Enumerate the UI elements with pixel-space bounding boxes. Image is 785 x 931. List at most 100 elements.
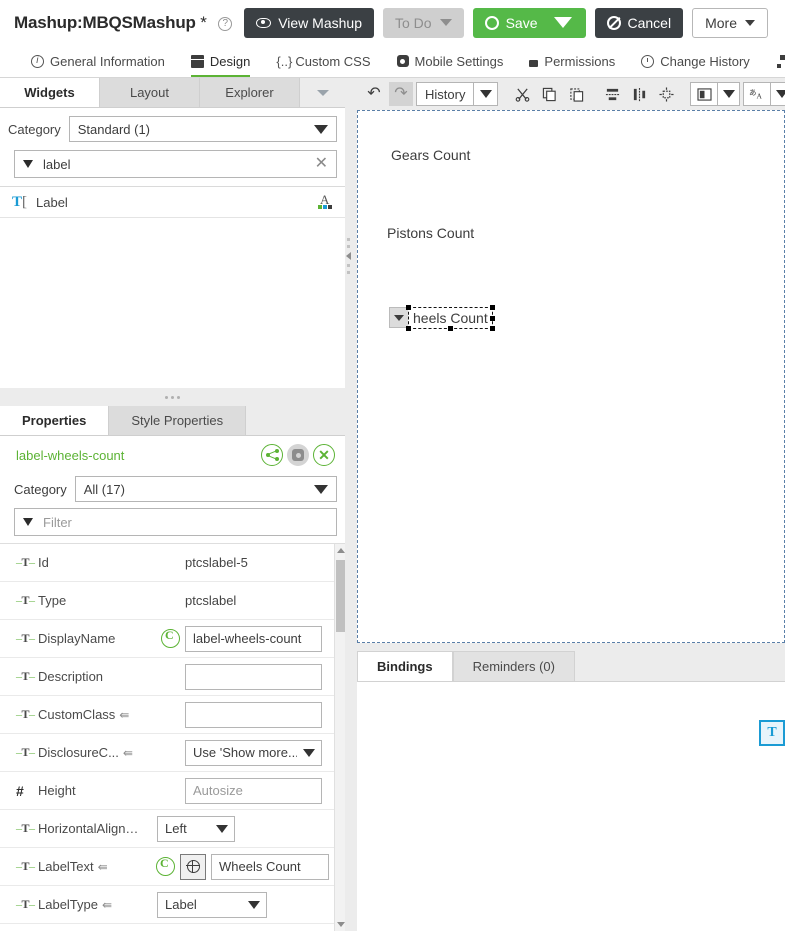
chevron-down-icon[interactable] [717,83,739,105]
property-label: CustomClass ⇚ [38,707,156,722]
localization-icon[interactable]: あA [744,83,770,105]
tab-general-information[interactable]: General Information [18,45,178,77]
properties-scrollbar[interactable] [334,544,345,931]
displayname-input[interactable] [185,625,322,652]
scroll-down-arrow-icon[interactable] [336,922,345,927]
paste-icon[interactable] [564,82,588,106]
widget-item-label: Label [36,194,68,210]
bindings-canvas[interactable]: T [357,681,785,931]
description-input[interactable] [185,663,322,690]
scroll-up-arrow-icon[interactable] [336,548,345,553]
vertical-splitter[interactable] [345,78,352,931]
chevron-down-icon[interactable] [770,83,785,105]
horizontal-splitter[interactable] [0,388,345,406]
tab-label: Reminders (0) [472,659,555,674]
property-row-labeltype: –T– LabelType ⇚ Label [0,886,334,924]
tab-widgets[interactable]: Widgets [0,78,100,107]
copy-icon[interactable] [537,82,561,106]
property-label: Type [38,593,67,608]
properties-filter-box[interactable] [14,508,337,536]
height-input[interactable] [185,777,322,804]
localization-dropdown[interactable]: あA [743,82,785,106]
canvas-label-wheels-count-selected[interactable]: heels Count [406,305,495,331]
labeltext-input[interactable] [211,853,329,880]
mashup-canvas[interactable]: Gears Count Pistons Count heels Count [357,110,785,643]
string-type-icon: –T– [16,821,35,835]
chevron-down-icon[interactable] [553,17,572,28]
more-label: More [705,14,737,31]
canvas-label-gears-count[interactable]: Gears Count [391,147,470,163]
labeltype-select[interactable]: Label [157,891,267,918]
view-mashup-label: View Mashup [278,14,362,31]
history-dropdown[interactable]: History [416,82,499,106]
customclass-input[interactable] [185,701,322,728]
undo-icon[interactable]: ↶ [362,82,386,106]
tab-change-history[interactable]: Change History [628,45,763,77]
horizontalalignment-select[interactable]: Left [157,815,235,842]
more-button[interactable]: More [692,7,768,38]
distribute-icon[interactable] [654,82,678,106]
tab-style-properties[interactable]: Style Properties [109,406,247,435]
tab-reminders[interactable]: Reminders (0) [452,651,575,681]
list-item[interactable]: T[ Label A [0,187,345,218]
canvas-label-pistons-count[interactable]: Pistons Count [387,225,474,241]
tab-label: Properties [22,413,87,428]
chevron-down-icon [216,824,228,833]
close-icon[interactable]: ✕ [313,444,335,466]
tab-label: Style Properties [131,413,224,428]
tab-label: Widgets [24,85,75,100]
style-A-icon[interactable]: A [317,192,335,211]
reset-icon[interactable] [156,856,175,876]
cut-icon[interactable] [510,82,534,106]
tab-permissions[interactable]: Permissions [516,45,628,77]
localization-globe-icon[interactable] [180,853,206,880]
tab-label: Explorer [225,85,274,100]
property-label: Description [38,669,104,684]
reset-icon[interactable] [161,628,180,648]
question-mark-icon[interactable]: ? [218,16,233,31]
widgets-panel-tabs: Widgets Layout Explorer [0,78,345,108]
widgets-filter-input[interactable] [41,155,307,173]
tab-properties[interactable]: Properties [0,406,110,435]
layout-dropdown[interactable] [690,82,741,106]
property-row-displayname: –T– DisplayName [0,620,334,658]
property-label-text: LabelText [38,859,94,874]
tab-layout[interactable]: Layout [100,78,200,107]
widgets-panel-body: Category Standard (1) ✕ T[ Label A [0,108,345,388]
align-vertical-icon[interactable] [627,82,651,106]
properties-category-select[interactable]: All (17) [74,476,337,502]
align-horizontal-icon[interactable] [600,82,624,106]
save-button[interactable]: Save [472,7,586,38]
redo-icon[interactable]: ↷ [389,82,413,106]
tab-mobile-settings[interactable]: Mobile Settings [384,45,517,77]
view-mashup-button[interactable]: View Mashup [244,7,374,38]
scrollbar-thumb[interactable] [336,560,345,632]
layout-icon[interactable] [691,83,717,105]
tab-label: Change History [660,53,750,69]
panel-collapse-button[interactable] [300,78,345,107]
tab-design[interactable]: Design [178,45,263,77]
disclosurecontrol-select[interactable]: Use 'Show more..... [185,739,322,766]
todo-button[interactable]: To Do [383,7,464,38]
widgets-category-select[interactable]: Standard (1) [68,116,337,142]
chevron-down-icon [316,89,329,96]
share-icon[interactable] [261,444,283,466]
tab-view-relationships[interactable]: Vie [763,45,785,77]
chevron-down-icon[interactable] [473,83,497,105]
unsaved-marker: * [200,12,207,32]
splitter-handle[interactable] [346,238,351,274]
widgets-filter-box[interactable]: ✕ [14,150,337,178]
canvas-widget-handle-caret[interactable] [389,307,409,328]
property-row-type: –T– Type ptcslabel [0,582,334,620]
tab-custom-css[interactable]: {..} Custom CSS [263,45,383,77]
gear-icon[interactable] [287,444,309,466]
close-icon[interactable]: ✕ [315,156,328,172]
disclosurecontrol-value: Use 'Show more..... [193,745,297,760]
cancel-button[interactable]: Cancel [594,7,684,38]
string-type-icon: –T– [16,859,35,873]
bindable-arrow-icon: ⇚ [119,707,130,722]
tab-bindings[interactable]: Bindings [357,651,453,681]
tab-explorer[interactable]: Explorer [200,78,300,107]
properties-filter-input[interactable] [41,513,328,531]
text-widget-icon[interactable]: T [759,720,785,746]
